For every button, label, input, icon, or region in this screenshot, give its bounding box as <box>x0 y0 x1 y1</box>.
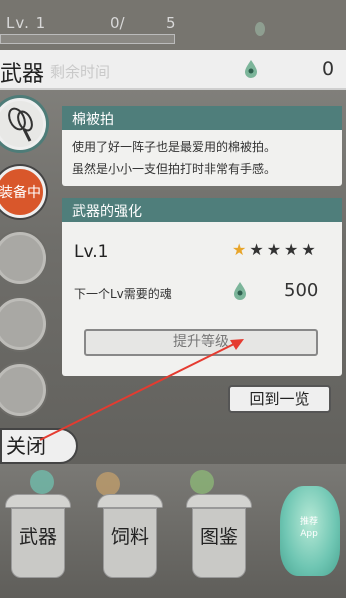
racket-icon <box>8 107 33 142</box>
item-name: 棉被拍 <box>62 106 342 130</box>
close-button[interactable]: 关闭 <box>0 428 78 464</box>
item-info-card: 棉被拍 使用了好一阵子也是最爱用的棉被拍。 虽然是小小一支但拍打时非常有手感。 <box>62 106 342 186</box>
star-empty-icon: ★ <box>301 240 316 259</box>
enhance-card: 武器的强化 Lv.1 ★ ★ ★ ★ ★ 下一个Lv需要的魂 500 提升等级 <box>62 198 342 376</box>
bin-lid <box>186 494 252 508</box>
soul-drop-icon <box>234 282 246 300</box>
nav-label: 饲料 <box>110 526 149 548</box>
level-progress-track <box>0 34 175 44</box>
back-to-list-button[interactable]: 回到一览 <box>228 385 331 413</box>
nav-label: 武器 <box>18 526 57 548</box>
header-ghost-text: 剩余时间 <box>50 63 111 81</box>
description-line: 虽然是小小一支但拍打时非常有手感。 <box>72 162 277 176</box>
bin-lid <box>97 494 163 508</box>
level-max: 5 <box>166 14 176 32</box>
star-filled-icon: ★ <box>232 240 247 259</box>
app-label-line: 推荐 <box>299 517 318 527</box>
item-description: 使用了好一阵子也是最爱用的棉被拍。 虽然是小小一支但拍打时非常有手感。 <box>62 130 342 186</box>
app-label-line: App <box>300 529 318 539</box>
level-bar: Lv. 1 0/ 5 <box>0 12 176 44</box>
weapon-header: 武器 剩余时间 0 <box>0 50 346 90</box>
level-progress: 0/ <box>110 14 125 32</box>
soul-drop-icon <box>255 22 265 36</box>
star-empty-icon: ★ <box>249 240 264 259</box>
next-level-requirement-value: 500 <box>284 280 319 301</box>
bin-lid <box>5 494 71 508</box>
bottom-nav: 武器 饲料 图鉴 推荐 App <box>0 464 346 598</box>
star-rating: ★ ★ ★ ★ ★ <box>232 242 316 258</box>
nav-encyclopedia[interactable]: 图鉴 <box>186 474 252 586</box>
soul-drop-icon <box>245 60 257 78</box>
level-label: Lv. 1 <box>6 14 47 32</box>
weapon-slot-racket[interactable] <box>0 98 46 150</box>
star-empty-icon: ★ <box>266 240 282 259</box>
app-label: 推荐 App <box>276 516 342 540</box>
soul-count: 0 <box>322 58 335 80</box>
description-line: 使用了好一阵子也是最爱用的棉被拍。 <box>72 140 277 154</box>
nav-label: 图鉴 <box>199 526 238 548</box>
nav-weapon[interactable]: 武器 <box>5 474 71 586</box>
weapon-level: Lv.1 <box>74 242 109 262</box>
recommended-app-button[interactable]: 推荐 App <box>276 486 342 582</box>
nav-feed[interactable]: 饲料 <box>97 474 163 586</box>
upgrade-button[interactable]: 提升等级 <box>84 329 318 356</box>
star-empty-icon: ★ <box>284 240 299 259</box>
next-level-requirement-label: 下一个Lv需要的魂 <box>74 287 172 301</box>
page-title: 武器 <box>0 62 45 87</box>
enhance-title: 武器的强化 <box>62 198 342 222</box>
